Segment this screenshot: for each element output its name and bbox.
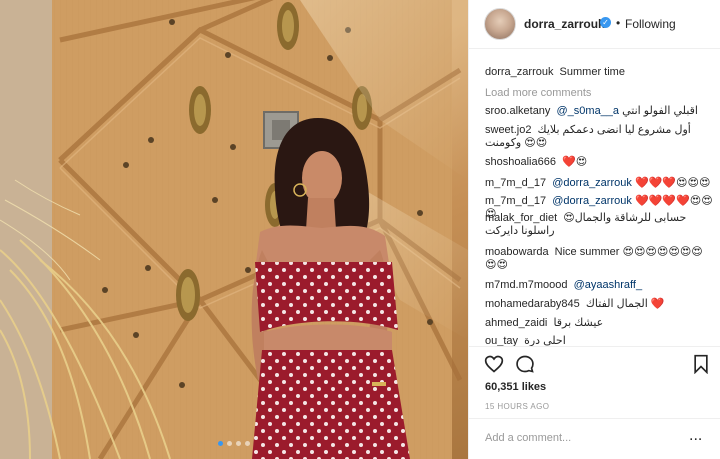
verified-badge-icon: ✓ [600, 17, 611, 28]
divider [469, 418, 720, 419]
comment-item: ou_tay احلى درة [485, 335, 713, 346]
photo-illustration [0, 0, 468, 459]
heart-icon[interactable] [484, 354, 504, 374]
comment-item: sroo.alketany @_s0ma__a اقبلي الفولو انت… [485, 105, 713, 118]
carousel-dot[interactable] [227, 441, 232, 446]
comment-mention[interactable]: @dorra_zarrouk [552, 177, 632, 189]
bookmark-icon[interactable] [691, 354, 711, 374]
carousel-dot[interactable] [218, 441, 223, 446]
add-comment-input[interactable]: Add a comment... [485, 432, 571, 444]
post-header: dorra_zarrouk ✓ • Following [469, 0, 720, 49]
comment-mention[interactable]: @dorra_zarrouk [552, 195, 632, 207]
carousel-dot[interactable] [236, 441, 241, 446]
comment-username[interactable]: ahmed_zaidi [485, 317, 547, 329]
comment-item: malak_for_diet 😍حسابى للرشاقة والجمال را… [485, 212, 713, 238]
load-more-comments-link[interactable]: Load more comments [485, 87, 591, 99]
comment-text: ❤️❤️❤️😍😍😍 [634, 177, 711, 189]
comment-username[interactable]: m_7m_d_17 [485, 195, 546, 207]
comment-item: mohamedaraby845 الجمال الفتاك ❤️ [485, 298, 713, 311]
comment-item: m7md.m7moood @ayaashraff_ [485, 279, 713, 292]
comment-username[interactable]: sweet.jo2 [485, 124, 531, 136]
post-photo[interactable] [0, 0, 468, 459]
comment-username[interactable]: ou_tay [485, 335, 518, 346]
likes-count[interactable]: 60,351 likes [485, 381, 546, 393]
action-bar [469, 347, 720, 381]
comment-username[interactable]: m7md.m7moood [485, 279, 568, 291]
comment-mention[interactable]: @_s0ma__a [557, 105, 620, 117]
comment-mention[interactable]: @ayaashraff_ [574, 279, 642, 291]
post-sidebar: dorra_zarrouk ✓ • Following dorra_zarrou… [468, 0, 720, 459]
header-separator: • [616, 16, 621, 30]
caption-username[interactable]: dorra_zarrouk [485, 66, 553, 78]
header-username[interactable]: dorra_zarrouk [524, 17, 605, 31]
comment-item: shoshoalia666 ❤️😍 [485, 156, 713, 169]
comment-bubble-icon[interactable] [515, 354, 535, 374]
comment-text: احلى درة [524, 335, 566, 346]
comment-item: sweet.jo2 أول مشروع ليا انضى دعمكم بلايك… [485, 124, 713, 150]
comment-username[interactable]: mohamedaraby845 [485, 298, 580, 310]
comment-username[interactable]: sroo.alketany [485, 105, 550, 117]
comment-username[interactable]: shoshoalia666 [485, 156, 556, 168]
post-timestamp[interactable]: 15 HOURS AGO [485, 402, 549, 411]
comment-item: moabowarda Nice summer 😍😍😍😍😍😍😍😍😍 [485, 246, 713, 272]
comment-text: عيشك برقا [553, 317, 604, 329]
more-options-icon[interactable]: ... [689, 427, 702, 445]
comment-text: اقبلي الفولو انتي [622, 105, 698, 117]
comment-text: الجمال الفتاك ❤️ [585, 298, 665, 310]
following-button[interactable]: Following [625, 17, 676, 31]
comment-text: ❤️😍 [562, 156, 588, 168]
caption-text: Summer time [559, 66, 625, 78]
carousel-indicator[interactable] [0, 433, 468, 451]
post-caption: dorra_zarrouk Summer time [485, 66, 625, 78]
comments-list[interactable]: dorra_zarrouk Summer time Load more comm… [469, 48, 720, 346]
carousel-dot[interactable] [245, 441, 250, 446]
comment-username[interactable]: m_7m_d_17 [485, 177, 546, 189]
avatar[interactable] [484, 8, 516, 40]
comment-item: m_7m_d_17 @dorra_zarrouk ❤️❤️❤️😍😍😍 [485, 177, 713, 190]
comment-item: ahmed_zaidi عيشك برقا [485, 317, 713, 330]
comment-username[interactable]: malak_for_diet [485, 212, 557, 224]
comment-username[interactable]: moabowarda [485, 246, 549, 258]
